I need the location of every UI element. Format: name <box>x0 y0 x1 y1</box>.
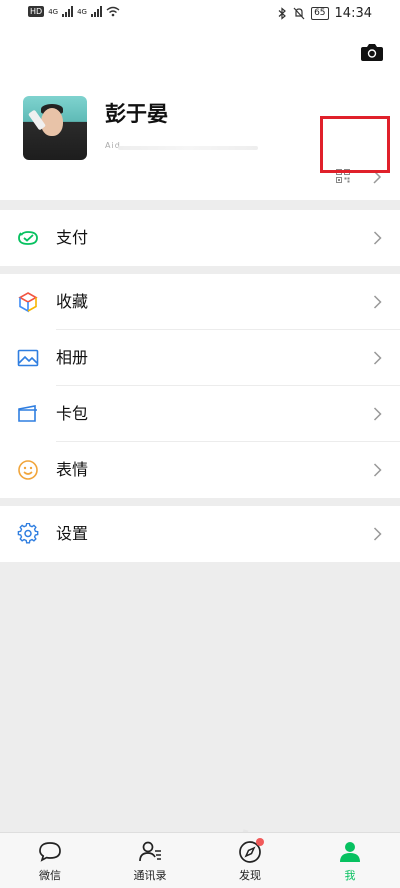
menu-item-settings[interactable]: 设置 <box>0 506 400 562</box>
battery-indicator: 65 <box>311 7 329 20</box>
chevron-right-icon <box>373 231 382 245</box>
chevron-right-icon <box>373 527 382 541</box>
profile-header[interactable]: 彭于晏 Aid <box>0 28 400 200</box>
menu-item-stickers[interactable]: 表情 <box>0 442 400 498</box>
gear-icon <box>17 523 39 544</box>
tab-label: 发现 <box>239 869 261 882</box>
hd-badge: HD <box>28 6 45 17</box>
menu-item-pay[interactable]: 支付 <box>0 210 400 266</box>
wallet-icon <box>18 231 38 245</box>
photo-icon <box>17 349 39 367</box>
smiley-icon <box>18 460 38 480</box>
wechat-id-redacted <box>118 146 258 150</box>
menu-item-cards[interactable]: 卡包 <box>0 386 400 442</box>
status-left: HD 4G 4G <box>28 6 120 17</box>
contacts-icon <box>139 841 161 862</box>
wifi-icon <box>106 6 120 17</box>
qr-highlight-box <box>320 116 390 173</box>
menu-item-label: 收藏 <box>56 292 89 311</box>
nickname: 彭于晏 <box>105 102 168 126</box>
network-type-2: 4G <box>77 7 87 16</box>
tab-me[interactable]: 我 <box>320 839 380 883</box>
menu-item-label: 设置 <box>56 524 89 543</box>
signal-icon <box>62 6 74 17</box>
menu-item-label: 支付 <box>56 228 89 247</box>
tab-label: 微信 <box>39 869 61 882</box>
tab-label: 我 <box>344 869 356 882</box>
status-bar: HD 4G 4G 65 14:34 <box>0 0 400 28</box>
network-type-1: 4G <box>48 7 59 16</box>
bottom-tab-bar: 微信 通讯录 发现 我 <box>0 832 400 888</box>
tab-chats[interactable]: 微信 <box>20 839 80 883</box>
tab-discover[interactable]: 发现 <box>220 838 280 883</box>
card-icon <box>18 405 37 422</box>
menu-item-label: 卡包 <box>56 404 89 423</box>
section-pay: 支付 <box>0 210 400 266</box>
chevron-right-icon <box>373 351 382 365</box>
tab-label: 通讯录 <box>133 869 167 882</box>
clock: 14:34 <box>334 6 372 21</box>
section-collections: 收藏 相册 卡包 表情 <box>0 274 400 498</box>
tab-contacts[interactable]: 通讯录 <box>120 839 180 883</box>
menu-item-album[interactable]: 相册 <box>0 330 400 386</box>
chevron-right-icon <box>373 463 382 477</box>
mute-icon <box>293 7 305 20</box>
menu-item-label: 相册 <box>56 348 89 367</box>
person-icon <box>340 842 360 862</box>
camera-icon[interactable] <box>360 42 384 62</box>
section-settings: 设置 <box>0 506 400 562</box>
notification-dot <box>256 838 264 846</box>
menu-item-favorites[interactable]: 收藏 <box>0 274 400 330</box>
signal-icon <box>90 6 102 17</box>
avatar[interactable] <box>23 96 87 160</box>
menu-item-label: 表情 <box>56 460 89 479</box>
bluetooth-icon <box>278 7 286 20</box>
chevron-right-icon <box>373 407 382 421</box>
chevron-right-icon <box>373 295 382 309</box>
status-right: 65 14:34 <box>278 6 372 21</box>
cube-icon <box>18 292 38 313</box>
chat-icon <box>39 842 61 862</box>
